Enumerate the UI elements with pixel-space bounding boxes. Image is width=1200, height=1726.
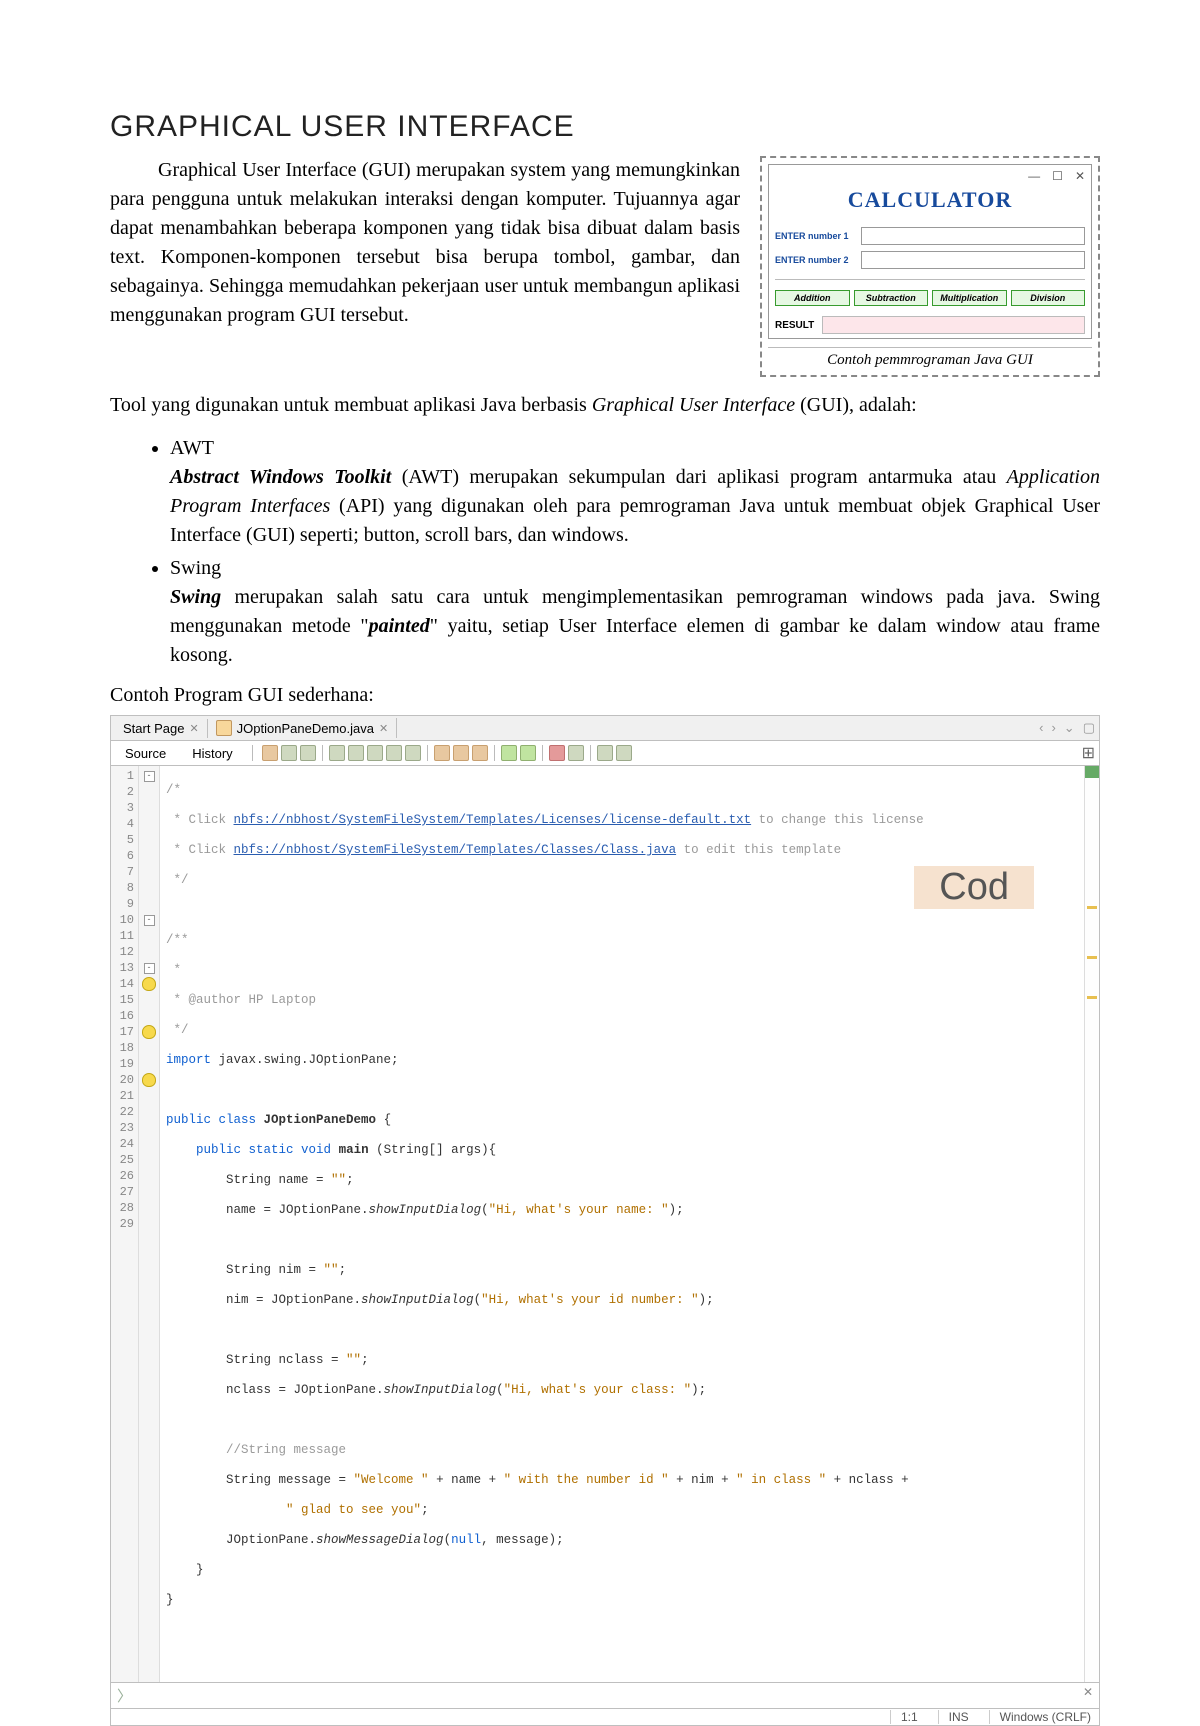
calc-subtraction-button[interactable]: Subtraction (854, 290, 929, 306)
toolbar-icon[interactable] (329, 745, 345, 761)
awt-term: Abstract Windows Toolkit (170, 466, 391, 488)
cursor-pos: 1:1 (890, 1710, 918, 1724)
toolbar-icon[interactable] (281, 745, 297, 761)
toolbar-icon[interactable] (520, 745, 536, 761)
bullet-swing: Swing Swing merupakan salah satu cara un… (170, 554, 1100, 670)
restore-icon[interactable]: ▢ (1083, 720, 1095, 736)
calc-division-button[interactable]: Division (1011, 290, 1086, 306)
close-icon[interactable]: ✕ (1083, 1685, 1093, 1706)
calc-result-field (822, 316, 1085, 334)
error-stripe (1084, 766, 1099, 1682)
toolbar-icon[interactable] (616, 745, 632, 761)
toolbar-icon[interactable] (549, 745, 565, 761)
toolbar-icon[interactable] (453, 745, 469, 761)
calc-num2-input[interactable] (861, 251, 1085, 269)
toolbar-icon[interactable] (501, 745, 517, 761)
expand-icon[interactable]: ⊞ (1082, 743, 1095, 763)
toolbar-icon[interactable] (300, 745, 316, 761)
intro-paragraph: Graphical User Interface (GUI) merupakan… (110, 156, 740, 377)
line-number-gutter: 12345 678910 1112131415 1617181920 21222… (111, 766, 139, 1682)
minimize-icon: — (1028, 169, 1040, 183)
toolbar-icon[interactable] (405, 745, 421, 761)
close-icon[interactable]: ✕ (379, 722, 388, 735)
status-bar: 1:1 INS Windows (CRLF) (111, 1708, 1099, 1725)
source-button[interactable]: Source (115, 744, 176, 763)
calc-num2-label: ENTER number 2 (775, 255, 853, 265)
toolbar-icon[interactable] (472, 745, 488, 761)
calc-title: CALCULATOR (775, 187, 1085, 213)
ide-screenshot: Start Page✕ JOptionPaneDemo.java✕ ‹ › ⌄ … (110, 715, 1100, 1726)
maximize-icon: ☐ (1052, 169, 1063, 183)
close-icon[interactable]: ✕ (189, 722, 198, 735)
close-icon: ✕ (1075, 169, 1085, 183)
tab-file[interactable]: JOptionPaneDemo.java✕ (208, 718, 398, 738)
hint-bulb-icon[interactable] (142, 1025, 156, 1039)
calc-caption: Contoh pemmrograman Java GUI (768, 347, 1092, 369)
fold-icon[interactable]: - (144, 963, 155, 974)
fold-icon[interactable]: - (144, 915, 155, 926)
calc-num1-label: ENTER number 1 (775, 231, 853, 241)
insert-mode: INS (938, 1710, 969, 1724)
calculator-figure: — ☐ ✕ CALCULATOR ENTER number 1 ENTER nu… (760, 156, 1100, 377)
toolbar-icon[interactable] (386, 745, 402, 761)
calc-multiplication-button[interactable]: Multiplication (932, 290, 1007, 306)
nav-back-icon[interactable]: ‹ (1039, 720, 1043, 736)
bullet-awt: AWT Abstract Windows Toolkit (AWT) merup… (170, 434, 1100, 550)
toolbar-icon[interactable] (568, 745, 584, 761)
toolbar-icon[interactable] (597, 745, 613, 761)
nav-arrow-icon[interactable]: 〉 (117, 1685, 132, 1706)
java-file-icon (216, 720, 232, 736)
tab-start-page[interactable]: Start Page✕ (115, 719, 208, 738)
dropdown-icon[interactable]: ⌄ (1064, 720, 1075, 736)
fold-icon[interactable]: - (144, 771, 155, 782)
toolbar-icon[interactable] (434, 745, 450, 761)
hint-bulb-icon[interactable] (142, 1073, 156, 1087)
calc-num1-input[interactable] (861, 227, 1085, 245)
marker-gutter: - - - (139, 766, 160, 1682)
code-editor[interactable]: /* * Click nbfs://nbhost/SystemFileSyste… (160, 766, 1084, 1682)
history-button[interactable]: History (182, 744, 242, 763)
nav-fwd-icon[interactable]: › (1051, 720, 1055, 736)
toolbar-icon[interactable] (348, 745, 364, 761)
overlay-label: Cod (914, 866, 1034, 909)
toolbar-icon[interactable] (367, 745, 383, 761)
page-title: GRAPHICAL USER INTERFACE (110, 110, 1100, 144)
tool-paragraph: Tool yang digunakan untuk membuat aplika… (110, 391, 1100, 420)
swing-term: Swing (170, 586, 221, 608)
line-ending: Windows (CRLF) (989, 1710, 1091, 1724)
toolbar-icons (262, 745, 632, 761)
example-label: Contoh Program GUI sederhana: (110, 684, 1100, 707)
hint-bulb-icon[interactable] (142, 977, 156, 991)
calc-result-label: RESULT (775, 320, 814, 331)
toolbar-icon[interactable] (262, 745, 278, 761)
calc-addition-button[interactable]: Addition (775, 290, 850, 306)
